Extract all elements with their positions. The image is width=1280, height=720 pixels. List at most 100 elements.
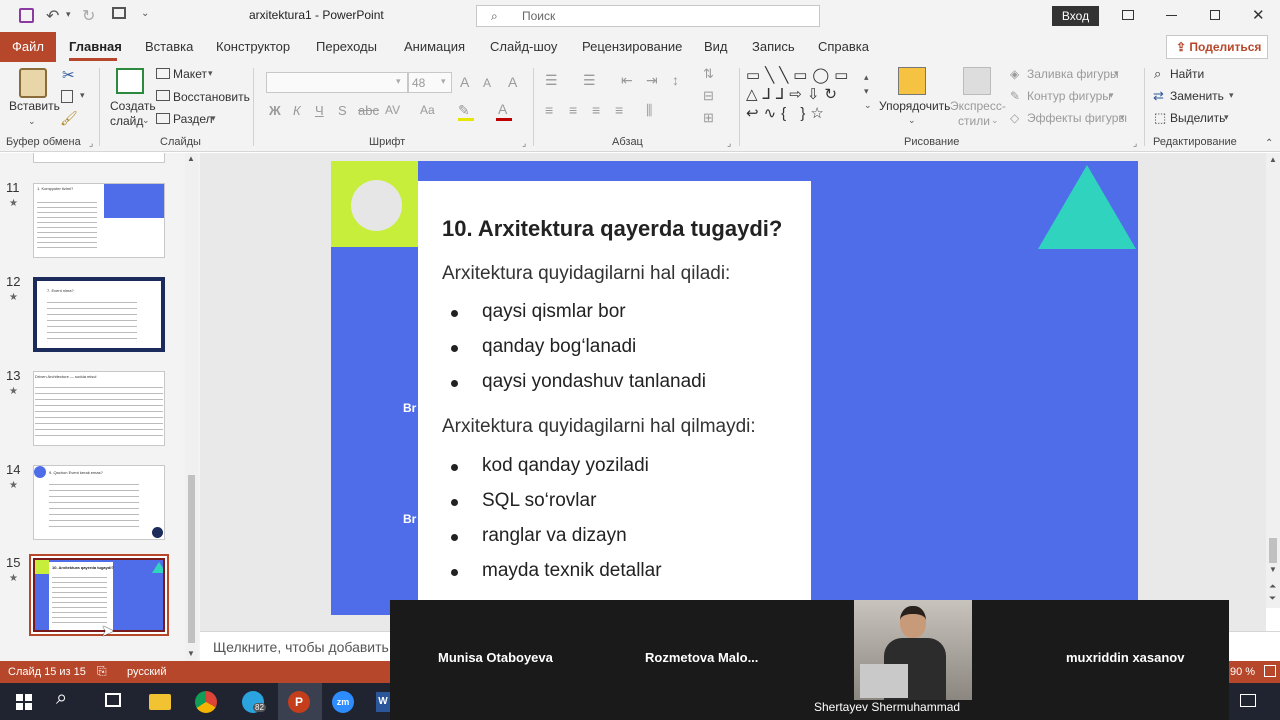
language-indicator[interactable]: русский bbox=[127, 666, 166, 678]
login-button[interactable]: Вход bbox=[1052, 6, 1099, 26]
participant-name[interactable]: Rozmetova Malo... bbox=[645, 650, 758, 665]
section-button[interactable]: Раздел bbox=[173, 112, 213, 126]
font-size-dropdown-icon[interactable]: ▾ bbox=[441, 76, 446, 87]
tab-design[interactable]: Конструктор bbox=[216, 39, 290, 54]
tab-insert[interactable]: Вставка bbox=[145, 39, 193, 54]
slide-counter[interactable]: Слайд 15 из 15 bbox=[8, 666, 86, 678]
thumbnail-scrollbar[interactable]: ▲ ▼ bbox=[185, 153, 198, 661]
arrange-button[interactable]: Упорядочить bbox=[879, 99, 950, 113]
char-spacing-icon[interactable]: AV bbox=[385, 103, 400, 117]
bullet-item[interactable]: qanday bog‘lanadi bbox=[442, 336, 792, 371]
replace-button[interactable]: Заменить bbox=[1170, 89, 1224, 103]
content-card[interactable]: 10. Arxitektura qayerda tugaydi? Arxitek… bbox=[418, 181, 811, 615]
minimize-icon[interactable] bbox=[1166, 15, 1177, 16]
thumbnail-partial[interactable] bbox=[33, 153, 165, 163]
shape-effects-button[interactable]: Эффекты фигуры bbox=[1027, 111, 1127, 125]
scroll-down-icon[interactable]: ▼ bbox=[1269, 565, 1277, 574]
tab-file[interactable]: Файл bbox=[0, 32, 56, 62]
bullet-item[interactable]: mayda texnik detallar bbox=[442, 560, 792, 595]
tab-transitions[interactable]: Переходы bbox=[316, 39, 377, 54]
chrome-icon[interactable] bbox=[195, 691, 217, 713]
editor-scrollbar[interactable]: ▲ ▼ ⏶ ⏷ bbox=[1266, 153, 1280, 608]
tab-view[interactable]: Вид bbox=[704, 39, 728, 54]
quick-styles-line2[interactable]: стили bbox=[958, 114, 990, 128]
scroll-thumb[interactable] bbox=[188, 475, 195, 643]
shadow-icon[interactable]: S bbox=[338, 103, 347, 118]
change-case-icon[interactable]: Aa bbox=[420, 103, 435, 117]
close-icon[interactable]: ✕ bbox=[1252, 6, 1265, 24]
format-painter-icon[interactable]: 🖌 bbox=[60, 110, 78, 127]
spellcheck-icon[interactable]: ⎘ bbox=[97, 664, 107, 679]
redo-icon[interactable]: ↻ bbox=[82, 6, 95, 26]
notifications-icon[interactable] bbox=[1240, 694, 1256, 707]
shape-fill-dropdown-icon[interactable]: ▾ bbox=[1114, 68, 1119, 79]
new-slide-button-line1[interactable]: Создать bbox=[110, 99, 156, 113]
shapes-gallery[interactable]: ▭╲╲▭◯▭ △⅃⅃⇨⇩↻ ↩∿{ }☆ bbox=[746, 66, 866, 124]
underline-icon[interactable]: Ч bbox=[315, 103, 324, 118]
tab-review[interactable]: Рецензирование bbox=[582, 39, 682, 54]
ribbon-display-icon[interactable] bbox=[1122, 10, 1134, 20]
zoom-level[interactable]: 90 % bbox=[1230, 666, 1255, 678]
bullet-item[interactable]: ranglar va dizayn bbox=[442, 525, 792, 560]
arrange-icon[interactable] bbox=[898, 67, 926, 95]
font-name-box[interactable] bbox=[266, 72, 408, 93]
align-text-icon[interactable]: ⊟ bbox=[703, 88, 714, 104]
justify-icon[interactable]: ≡ bbox=[615, 102, 623, 118]
shape-outline-dropdown-icon[interactable]: ▾ bbox=[1109, 90, 1114, 101]
new-slide-dropdown-icon[interactable]: ⌄ bbox=[142, 115, 150, 126]
layout-button[interactable]: Макет bbox=[173, 67, 207, 81]
scroll-down-icon[interactable]: ▼ bbox=[187, 649, 195, 658]
search-icon[interactable]: ⌕ bbox=[56, 687, 67, 710]
columns-icon[interactable]: ⫼ bbox=[646, 102, 652, 119]
next-slide-icon[interactable]: ⏷ bbox=[1269, 593, 1276, 604]
participant-name[interactable]: muxriddin xasanov bbox=[1066, 650, 1184, 665]
tab-help[interactable]: Справка bbox=[818, 39, 869, 54]
decrease-font-icon[interactable]: A bbox=[483, 76, 491, 90]
file-explorer-icon[interactable] bbox=[149, 694, 171, 710]
drawing-launcher-icon[interactable]: ⌟ bbox=[1133, 138, 1137, 149]
intro-text-2[interactable]: Arxitektura quyidagilarni hal qilmaydi: bbox=[442, 416, 756, 438]
paste-dropdown-icon[interactable]: ⌄ bbox=[28, 116, 36, 127]
tab-animations[interactable]: Анимация bbox=[404, 39, 465, 54]
prev-slide-icon[interactable]: ⏶ bbox=[1269, 581, 1276, 592]
layout-dropdown-icon[interactable]: ▾ bbox=[208, 68, 213, 79]
replace-dropdown-icon[interactable]: ▾ bbox=[1229, 90, 1234, 101]
tab-slideshow[interactable]: Слайд-шоу bbox=[490, 39, 557, 54]
paragraph-launcher-icon[interactable]: ⌟ bbox=[727, 138, 731, 149]
powerpoint-icon[interactable]: P bbox=[288, 691, 310, 713]
cut-icon[interactable]: ✂ bbox=[62, 66, 75, 84]
reset-button[interactable]: Восстановить bbox=[173, 90, 250, 104]
copy-dropdown-icon[interactable]: ▾ bbox=[80, 90, 85, 101]
select-button[interactable]: Выделить bbox=[1170, 111, 1225, 125]
customize-qat-icon[interactable]: ⌄ bbox=[141, 8, 149, 19]
italic-icon[interactable]: К bbox=[293, 103, 301, 118]
select-dropdown-icon[interactable]: ▾ bbox=[1224, 112, 1229, 123]
tab-home[interactable]: Главная bbox=[69, 39, 122, 54]
arrange-dropdown-icon[interactable]: ⌄ bbox=[908, 115, 916, 126]
bullet-item[interactable]: kod qanday yoziladi bbox=[442, 455, 792, 490]
smartart-icon[interactable]: ⊞ bbox=[703, 110, 714, 126]
decrease-indent-icon[interactable]: ⇤ bbox=[621, 72, 633, 89]
undo-icon[interactable]: ↶ bbox=[46, 6, 59, 26]
numbering-icon[interactable]: ☰ bbox=[583, 72, 596, 89]
shape-fill-button[interactable]: Заливка фигуры bbox=[1027, 67, 1119, 81]
shape-outline-button[interactable]: Контур фигуры bbox=[1027, 89, 1111, 103]
bold-icon[interactable]: Ж bbox=[269, 103, 281, 118]
font-launcher-icon[interactable]: ⌟ bbox=[522, 138, 526, 149]
task-view-icon[interactable] bbox=[105, 693, 121, 707]
shapes-scroll-icon[interactable]: ▴ ▾ ⌄ bbox=[864, 70, 872, 112]
bullets-icon[interactable]: ☰ bbox=[545, 72, 558, 89]
word-icon[interactable]: W bbox=[376, 692, 390, 712]
slide-canvas[interactable]: Br Br 10. Arxitektura qayerda tugaydi? A… bbox=[331, 161, 1138, 615]
align-right-icon[interactable]: ≡ bbox=[592, 102, 600, 118]
collapse-ribbon-icon[interactable]: ⌃ bbox=[1265, 138, 1273, 149]
slide-thumbnail-14[interactable]: 9. Qachon Event kerak emas? bbox=[33, 465, 165, 540]
paste-button[interactable]: Вставить bbox=[9, 99, 60, 113]
strikethrough-icon[interactable]: abc bbox=[358, 103, 379, 118]
intro-text-1[interactable]: Arxitektura quyidagilarni hal qiladi: bbox=[442, 263, 730, 285]
maximize-icon[interactable] bbox=[1210, 10, 1220, 20]
slide-thumbnail-12[interactable]: 7. Event nima? bbox=[33, 277, 165, 352]
new-slide-button-line2[interactable]: слайд bbox=[110, 114, 143, 128]
quick-styles-dropdown-icon[interactable]: ⌄ bbox=[991, 115, 999, 126]
windows-start-icon[interactable] bbox=[16, 694, 32, 710]
